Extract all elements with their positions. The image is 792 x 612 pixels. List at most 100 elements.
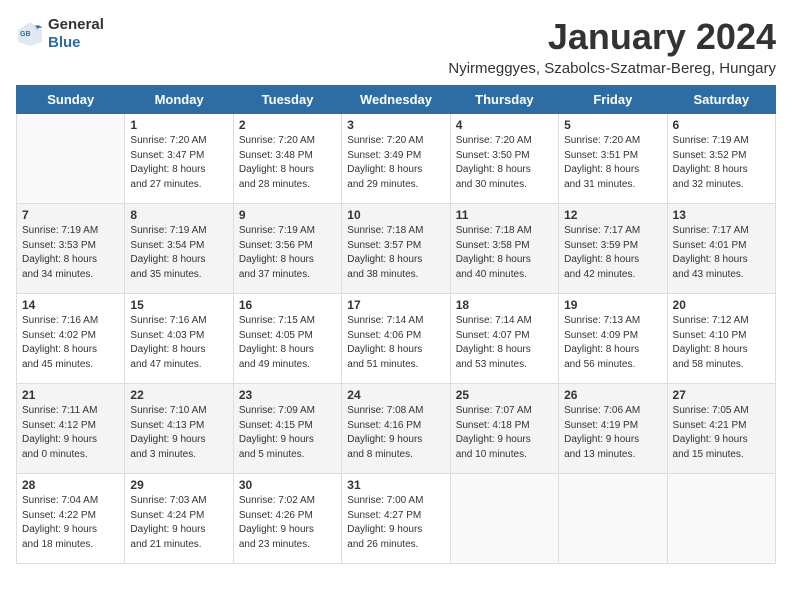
day-number: 5 bbox=[564, 118, 661, 132]
calendar-cell: 3 Sunrise: 7:20 AM Sunset: 3:49 PM Daylig… bbox=[342, 114, 450, 204]
header-day-sunday: Sunday bbox=[17, 86, 125, 114]
day-number: 29 bbox=[130, 478, 227, 492]
day-info: Sunrise: 7:16 AM Sunset: 4:03 PM Dayligh… bbox=[130, 314, 227, 372]
calendar-cell: 21 Sunrise: 7:11 AM Sunset: 4:12 PM Dayli… bbox=[17, 384, 125, 474]
header-day-monday: Monday bbox=[125, 86, 233, 114]
calendar-cell: 28Sunrise: 7:04 AM Sunset: 4:22 PM Dayli… bbox=[17, 474, 125, 564]
day-info: Sunrise: 7:06 AM Sunset: 4:19 PM Dayligh… bbox=[564, 404, 661, 462]
calendar-cell bbox=[559, 474, 667, 564]
calendar-subtitle: Nyirmeggyes, Szabolcs-Szatmar-Bereg, Hun… bbox=[448, 60, 776, 77]
calendar-cell: 20 Sunrise: 7:12 AM Sunset: 4:10 PM Dayli… bbox=[667, 294, 775, 384]
day-number: 9 bbox=[239, 208, 336, 222]
week-row-4: 21 Sunrise: 7:11 AM Sunset: 4:12 PM Dayli… bbox=[17, 384, 776, 474]
day-number: 15 bbox=[130, 298, 227, 312]
calendar-cell: 31Sunrise: 7:00 AM Sunset: 4:27 PM Dayli… bbox=[342, 474, 450, 564]
day-info: Sunrise: 7:12 AM Sunset: 4:10 PM Dayligh… bbox=[673, 314, 770, 372]
calendar-cell: 27 Sunrise: 7:05 AM Sunset: 4:21 PM Dayli… bbox=[667, 384, 775, 474]
calendar-table: SundayMondayTuesdayWednesdayThursdayFrid… bbox=[16, 85, 776, 564]
day-number: 16 bbox=[239, 298, 336, 312]
calendar-cell: 29Sunrise: 7:03 AM Sunset: 4:24 PM Dayli… bbox=[125, 474, 233, 564]
calendar-cell: 22 Sunrise: 7:10 AM Sunset: 4:13 PM Dayli… bbox=[125, 384, 233, 474]
header-day-saturday: Saturday bbox=[667, 86, 775, 114]
day-number: 24 bbox=[347, 388, 444, 402]
calendar-cell bbox=[17, 114, 125, 204]
day-info: Sunrise: 7:14 AM Sunset: 4:07 PM Dayligh… bbox=[456, 314, 553, 372]
day-number: 30 bbox=[239, 478, 336, 492]
logo: GB General Blue bbox=[16, 16, 104, 52]
title-block: January 2024 Nyirmeggyes, Szabolcs-Szatm… bbox=[448, 16, 776, 77]
day-info: Sunrise: 7:08 AM Sunset: 4:16 PM Dayligh… bbox=[347, 404, 444, 462]
calendar-cell: 7Sunrise: 7:19 AM Sunset: 3:53 PM Daylig… bbox=[17, 204, 125, 294]
day-info: Sunrise: 7:19 AM Sunset: 3:56 PM Dayligh… bbox=[239, 224, 336, 282]
day-number: 1 bbox=[130, 118, 227, 132]
calendar-cell: 26 Sunrise: 7:06 AM Sunset: 4:19 PM Dayli… bbox=[559, 384, 667, 474]
day-info: Sunrise: 7:19 AM Sunset: 3:53 PM Dayligh… bbox=[22, 224, 119, 282]
day-number: 21 bbox=[22, 388, 119, 402]
day-info: Sunrise: 7:02 AM Sunset: 4:26 PM Dayligh… bbox=[239, 494, 336, 552]
calendar-cell: 24 Sunrise: 7:08 AM Sunset: 4:16 PM Dayli… bbox=[342, 384, 450, 474]
header-day-tuesday: Tuesday bbox=[233, 86, 341, 114]
day-info: Sunrise: 7:20 AM Sunset: 3:48 PM Dayligh… bbox=[239, 134, 336, 192]
calendar-cell: 25 Sunrise: 7:07 AM Sunset: 4:18 PM Dayli… bbox=[450, 384, 558, 474]
day-info: Sunrise: 7:09 AM Sunset: 4:15 PM Dayligh… bbox=[239, 404, 336, 462]
day-info: Sunrise: 7:19 AM Sunset: 3:54 PM Dayligh… bbox=[130, 224, 227, 282]
day-number: 27 bbox=[673, 388, 770, 402]
calendar-cell: 19 Sunrise: 7:13 AM Sunset: 4:09 PM Dayli… bbox=[559, 294, 667, 384]
day-info: Sunrise: 7:13 AM Sunset: 4:09 PM Dayligh… bbox=[564, 314, 661, 372]
svg-text:GB: GB bbox=[20, 31, 31, 38]
day-number: 17 bbox=[347, 298, 444, 312]
day-number: 3 bbox=[347, 118, 444, 132]
day-number: 20 bbox=[673, 298, 770, 312]
day-info: Sunrise: 7:18 AM Sunset: 3:58 PM Dayligh… bbox=[456, 224, 553, 282]
calendar-cell bbox=[450, 474, 558, 564]
day-info: Sunrise: 7:17 AM Sunset: 3:59 PM Dayligh… bbox=[564, 224, 661, 282]
day-info: Sunrise: 7:20 AM Sunset: 3:51 PM Dayligh… bbox=[564, 134, 661, 192]
logo-general: General bbox=[48, 16, 104, 33]
calendar-cell: 16Sunrise: 7:15 AM Sunset: 4:05 PM Dayli… bbox=[233, 294, 341, 384]
day-number: 14 bbox=[22, 298, 119, 312]
day-number: 26 bbox=[564, 388, 661, 402]
calendar-cell: 11Sunrise: 7:18 AM Sunset: 3:58 PM Dayli… bbox=[450, 204, 558, 294]
header-day-thursday: Thursday bbox=[450, 86, 558, 114]
day-number: 10 bbox=[347, 208, 444, 222]
calendar-cell: 4Sunrise: 7:20 AM Sunset: 3:50 PM Daylig… bbox=[450, 114, 558, 204]
calendar-cell: 18Sunrise: 7:14 AM Sunset: 4:07 PM Dayli… bbox=[450, 294, 558, 384]
calendar-body: 1 Sunrise: 7:20 AM Sunset: 3:47 PM Daylig… bbox=[17, 114, 776, 564]
week-row-3: 14 Sunrise: 7:16 AM Sunset: 4:02 PM Dayli… bbox=[17, 294, 776, 384]
day-number: 12 bbox=[564, 208, 661, 222]
day-info: Sunrise: 7:20 AM Sunset: 3:49 PM Dayligh… bbox=[347, 134, 444, 192]
calendar-cell: 30 Sunrise: 7:02 AM Sunset: 4:26 PM Dayli… bbox=[233, 474, 341, 564]
header-day-friday: Friday bbox=[559, 86, 667, 114]
day-info: Sunrise: 7:07 AM Sunset: 4:18 PM Dayligh… bbox=[456, 404, 553, 462]
calendar-cell: 13 Sunrise: 7:17 AM Sunset: 4:01 PM Dayli… bbox=[667, 204, 775, 294]
day-number: 13 bbox=[673, 208, 770, 222]
day-info: Sunrise: 7:17 AM Sunset: 4:01 PM Dayligh… bbox=[673, 224, 770, 282]
calendar-cell: 17 Sunrise: 7:14 AM Sunset: 4:06 PM Dayli… bbox=[342, 294, 450, 384]
day-number: 8 bbox=[130, 208, 227, 222]
calendar-cell: 6Sunrise: 7:19 AM Sunset: 3:52 PM Daylig… bbox=[667, 114, 775, 204]
day-info: Sunrise: 7:19 AM Sunset: 3:52 PM Dayligh… bbox=[673, 134, 770, 192]
day-info: Sunrise: 7:05 AM Sunset: 4:21 PM Dayligh… bbox=[673, 404, 770, 462]
day-info: Sunrise: 7:10 AM Sunset: 4:13 PM Dayligh… bbox=[130, 404, 227, 462]
calendar-cell: 23 Sunrise: 7:09 AM Sunset: 4:15 PM Dayli… bbox=[233, 384, 341, 474]
week-row-2: 7Sunrise: 7:19 AM Sunset: 3:53 PM Daylig… bbox=[17, 204, 776, 294]
day-info: Sunrise: 7:16 AM Sunset: 4:02 PM Dayligh… bbox=[22, 314, 119, 372]
header-day-wednesday: Wednesday bbox=[342, 86, 450, 114]
day-number: 22 bbox=[130, 388, 227, 402]
day-number: 25 bbox=[456, 388, 553, 402]
day-number: 23 bbox=[239, 388, 336, 402]
day-info: Sunrise: 7:20 AM Sunset: 3:47 PM Dayligh… bbox=[130, 134, 227, 192]
day-info: Sunrise: 7:14 AM Sunset: 4:06 PM Dayligh… bbox=[347, 314, 444, 372]
day-number: 4 bbox=[456, 118, 553, 132]
logo-blue: Blue bbox=[48, 34, 81, 51]
day-number: 19 bbox=[564, 298, 661, 312]
calendar-cell: 10Sunrise: 7:18 AM Sunset: 3:57 PM Dayli… bbox=[342, 204, 450, 294]
logo-text: General Blue bbox=[48, 16, 104, 52]
day-info: Sunrise: 7:00 AM Sunset: 4:27 PM Dayligh… bbox=[347, 494, 444, 552]
week-row-5: 28Sunrise: 7:04 AM Sunset: 4:22 PM Dayli… bbox=[17, 474, 776, 564]
logo-icon: GB bbox=[16, 20, 44, 48]
day-info: Sunrise: 7:11 AM Sunset: 4:12 PM Dayligh… bbox=[22, 404, 119, 462]
calendar-cell: 2Sunrise: 7:20 AM Sunset: 3:48 PM Daylig… bbox=[233, 114, 341, 204]
calendar-cell: 12 Sunrise: 7:17 AM Sunset: 3:59 PM Dayli… bbox=[559, 204, 667, 294]
calendar-header: SundayMondayTuesdayWednesdayThursdayFrid… bbox=[17, 86, 776, 114]
